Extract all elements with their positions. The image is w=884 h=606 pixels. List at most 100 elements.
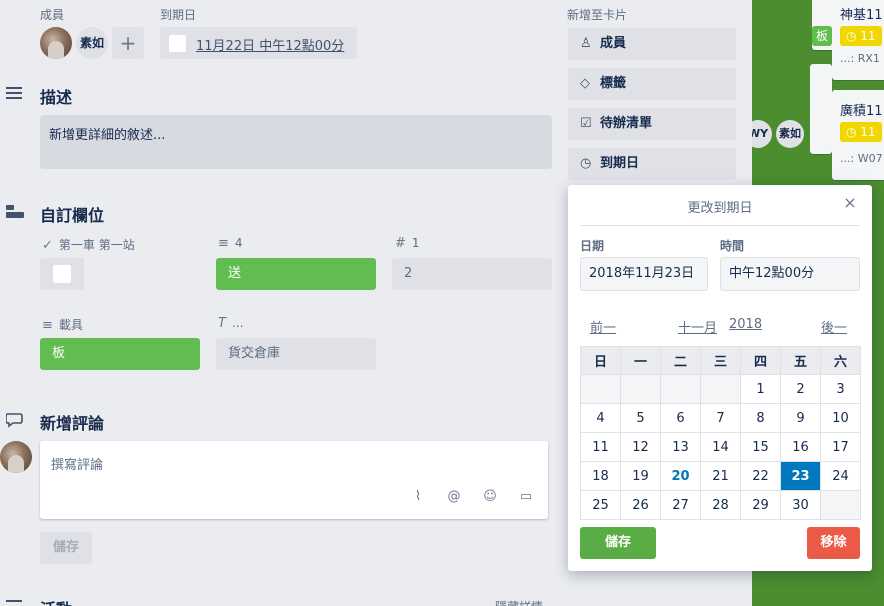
calendar-empty-cell [700, 374, 741, 404]
next-month-link[interactable]: 後一 [821, 317, 847, 336]
calendar-day[interactable]: 24 [820, 461, 861, 491]
calendar-empty-cell [620, 374, 661, 404]
calendar-day[interactable]: 8 [740, 403, 781, 433]
calendar-day[interactable]: 22 [740, 461, 781, 491]
custom-field-dropdown[interactable]: 板 [40, 338, 200, 370]
calendar-day[interactable]: 1 [740, 374, 781, 404]
calendar-grid: 日 一 二 三 四 五 六 1 2 3 4 5 6 7 8 9 10 11 12 13 14 15 16 17 1… [580, 346, 861, 520]
member-chip[interactable]: 素如 [76, 27, 108, 59]
calendar-day[interactable]: 26 [620, 490, 661, 520]
calendar-day[interactable]: 15 [740, 432, 781, 462]
card-subtitle: ...: RX1 [840, 52, 880, 65]
background-card[interactable]: 神基11 ◷ 11 ...: RX1 [832, 0, 884, 80]
custom-fields-title: 自訂欄位 [40, 206, 105, 225]
hide-details-link[interactable]: 隱藏詳情 [495, 598, 543, 606]
calendar-week-row: 11 12 13 14 15 16 17 [580, 432, 861, 462]
calendar-day[interactable]: 21 [700, 461, 741, 491]
calendar-day[interactable]: 7 [700, 403, 741, 433]
month-link[interactable]: 十一月 [678, 317, 717, 336]
weekday-header: 日 [580, 346, 621, 375]
calendar-day[interactable]: 3 [820, 374, 861, 404]
person-icon: ♙ [580, 36, 592, 51]
time-label: 時間 [720, 239, 745, 253]
due-date-text[interactable]: 11月22日 中午12點00分 [196, 35, 344, 54]
prev-month-link[interactable]: 前一 [590, 317, 616, 336]
checkbox-field-icon: ✓ [42, 238, 53, 253]
sidebar-due-date-button[interactable]: ◷ 到期日 [568, 148, 736, 180]
calendar-empty-cell [820, 490, 861, 520]
calendar-day[interactable]: 12 [620, 432, 661, 462]
custom-field-text[interactable]: 貨交倉庫 [216, 338, 376, 370]
calendar-day[interactable]: 30 [780, 490, 821, 520]
due-date-label: 到期日 [160, 8, 197, 22]
mention-icon[interactable]: @ [446, 489, 462, 505]
time-input[interactable]: 中午12點00分 [720, 257, 860, 291]
tag-icon: ◇ [580, 76, 590, 91]
checklist-icon: ☑ [580, 116, 592, 131]
date-label: 日期 [580, 239, 605, 253]
custom-field-label: ≡ 4 [218, 236, 243, 251]
calendar-day[interactable]: 9 [780, 403, 821, 433]
custom-field-dropdown[interactable]: 送 [216, 258, 376, 290]
avatar[interactable] [40, 27, 72, 59]
popover-title: 更改到期日 [687, 201, 753, 216]
calendar-day[interactable]: 20 [660, 461, 701, 491]
description-field[interactable]: 新增更詳細的敘述... [40, 115, 552, 169]
background-card[interactable] [810, 64, 832, 154]
description-placeholder: 新增更詳細的敘述... [49, 128, 166, 143]
custom-field-checkbox[interactable] [40, 258, 84, 290]
add-member-button[interactable]: + [112, 27, 144, 59]
member-avatar-sr[interactable]: 素如 [776, 120, 804, 148]
due-date-chip[interactable]: 11月22日 中午12點00分 [160, 27, 357, 59]
calendar-day[interactable]: 27 [660, 490, 701, 520]
background-card[interactable]: 廣積11 ◷ 11 ...: W07 [832, 90, 884, 180]
close-icon[interactable]: × [842, 195, 858, 211]
date-input[interactable]: 2018年11月23日 [580, 257, 708, 291]
due-date-save-button[interactable]: 儲存 [580, 527, 656, 559]
avatar [0, 441, 32, 473]
due-date-remove-button[interactable]: 移除 [807, 527, 860, 559]
calendar-day[interactable]: 13 [660, 432, 701, 462]
calendar-week-row: 25 26 27 28 29 30 [580, 490, 861, 520]
calendar-day[interactable]: 4 [580, 403, 621, 433]
weekday-row: 日 一 二 三 四 五 六 [580, 346, 861, 375]
custom-field-number[interactable]: 2 [392, 258, 552, 290]
year-link[interactable]: 2018 [729, 317, 762, 332]
sidebar-members-button[interactable]: ♙ 成員 [568, 28, 736, 60]
calendar-day[interactable]: 23 [780, 461, 821, 491]
card-subtitle: ...: W07 [840, 152, 883, 165]
calendar-week-row: 18 19 20 21 22 23 24 [580, 461, 861, 491]
calendar-day[interactable]: 25 [580, 490, 621, 520]
weekday-header: 四 [740, 346, 781, 375]
weekday-header: 五 [780, 346, 821, 375]
calendar-day[interactable]: 16 [780, 432, 821, 462]
calendar-day[interactable]: 18 [580, 461, 621, 491]
calendar-day[interactable]: 17 [820, 432, 861, 462]
custom-field-label: ≡ 載具 [42, 318, 83, 333]
calendar-week-row: 123 [580, 374, 861, 404]
calendar-day[interactable]: 28 [700, 490, 741, 520]
calendar-day[interactable]: 29 [740, 490, 781, 520]
sidebar-labels-button[interactable]: ◇ 標籤 [568, 68, 736, 100]
custom-fields-icon [6, 205, 24, 218]
emoji-icon[interactable]: ☺ [482, 489, 498, 505]
calendar-day[interactable]: 5 [620, 403, 661, 433]
calendar-day[interactable]: 2 [780, 374, 821, 404]
weekday-header: 二 [660, 346, 701, 375]
card-label-badge: 板 [812, 26, 833, 46]
calendar-day[interactable]: 14 [700, 432, 741, 462]
due-complete-checkbox[interactable] [169, 35, 186, 52]
sidebar-checklist-button[interactable]: ☑ 待辦清單 [568, 108, 736, 140]
attachment-icon[interactable]: ⌇ [410, 489, 426, 505]
comment-save-button[interactable]: 儲存 [40, 532, 92, 564]
popover-divider [580, 225, 860, 226]
card-link-icon[interactable]: ▭ [518, 489, 534, 505]
checkbox-box[interactable] [53, 265, 71, 283]
card-due-badge: ◷ 11 [840, 26, 882, 46]
calendar-day[interactable]: 10 [820, 403, 861, 433]
calendar-day[interactable]: 6 [660, 403, 701, 433]
comment-input[interactable]: 撰寫評論 ⌇ @ ☺ ▭ [40, 441, 548, 519]
calendar-day[interactable]: 11 [580, 432, 621, 462]
calendar-day[interactable]: 19 [620, 461, 661, 491]
members-label: 成員 [40, 8, 65, 22]
